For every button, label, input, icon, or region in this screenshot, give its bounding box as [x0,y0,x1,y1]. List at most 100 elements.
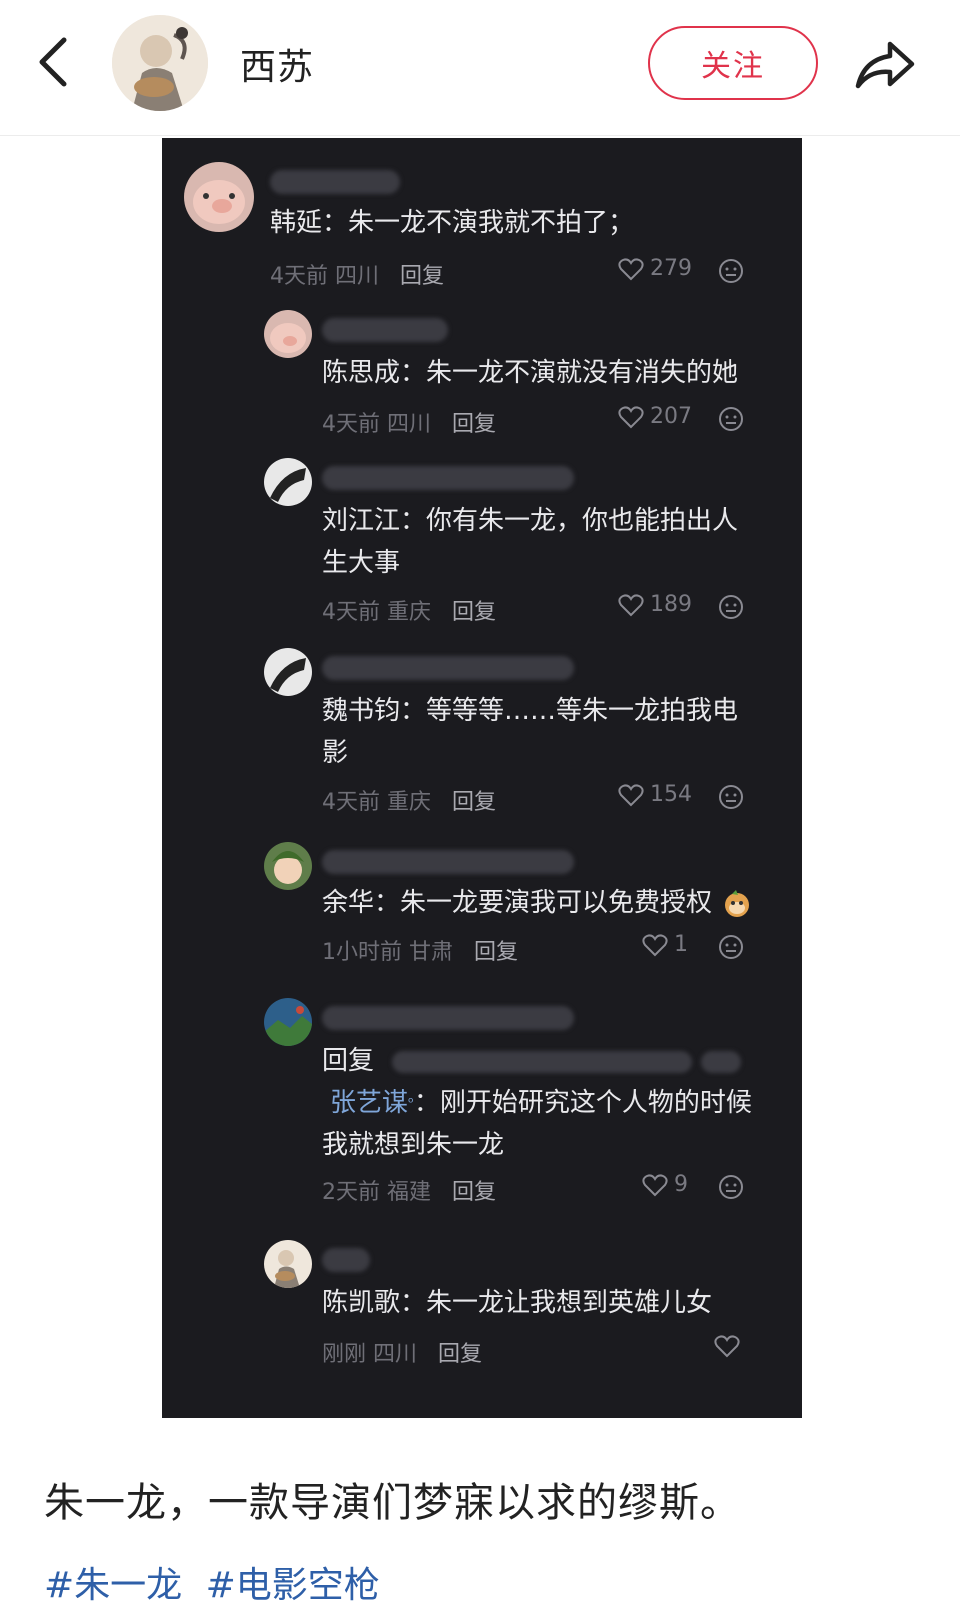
heart-icon [642,1173,668,1196]
blurred-username [322,466,574,490]
like-button[interactable]: 207 [618,404,692,429]
emoji-react-icon[interactable] [718,406,744,432]
chevron-left-icon [39,37,67,87]
heart-icon [618,783,644,806]
comment-meta: 1小时前 甘肃 回复 [322,934,518,966]
like-count: 1 [674,932,688,957]
comment-reply-item: 陈思成：朱一龙不演就没有消失的她 4天前 四川 回复 207 [162,306,802,446]
blurred-reply-target [700,1050,741,1073]
comment-time: 2天前 [322,1180,380,1205]
pig-avatar [264,310,312,358]
heart-icon [618,257,644,280]
comment-text: 魏书钧：等等等……等朱一龙拍我电影 [322,696,739,768]
author-name[interactable]: 西苏 [240,38,314,90]
hashtag-link[interactable]: #电影空枪 [206,1565,380,1606]
hashtag-link[interactable]: #朱一龙 [44,1565,182,1606]
child-avatar [264,842,312,890]
comment-text: 陈凯歌：朱一龙让我想到英雄儿女 [322,1288,713,1318]
pig-avatar [184,162,254,232]
comment-time: 4天前 [322,600,380,625]
comment-location: 重庆 [387,790,432,815]
blurred-username [322,1006,574,1030]
comment-meta: 4天前 四川 回复 [270,258,444,290]
reply-button[interactable]: 回复 [452,600,496,625]
comment-reply-item: 魏书钧：等等等……等朱一龙拍我电影 4天前 重庆 回复 154 [162,644,802,824]
reply-button[interactable]: 回复 [452,790,496,815]
comment-meta: 2天前 福建 回复 [322,1174,496,1206]
heart-icon [618,405,644,428]
emoji-react-icon[interactable] [718,784,744,810]
comment-location: 四川 [373,1342,418,1367]
like-count: 279 [650,256,692,281]
follow-button[interactable]: 关注 [648,26,818,100]
emoji-react-icon[interactable] [718,1174,744,1200]
like-count: 9 [674,1172,688,1197]
post-caption: 朱一龙，一款导演们梦寐以求的缪斯。 [44,1480,741,1526]
comment-reply-item: 陈凯歌：朱一龙让我想到英雄儿女 刚刚 四川 回复 [162,1236,802,1376]
comment-meta: 4天前 重庆 回复 [322,594,496,626]
heart-icon [714,1335,740,1358]
reply-button[interactable]: 回复 [438,1342,482,1367]
blurred-username [322,318,448,342]
comment-meta: 4天前 四川 回复 [322,406,496,438]
reply-comment-text: 回复 张艺谋ᵒ：刚开始研究这个人物的时候我就想到朱一龙 [322,1040,752,1166]
comment-text: 韩延：朱一龙不演我就不拍了； [270,208,635,238]
mention-link[interactable]: 张艺谋 [330,1088,408,1118]
post-tags: #朱一龙 #电影空枪 [44,1556,392,1608]
comment-screenshot: 韩延：朱一龙不演我就不拍了； 4天前 四川 回复 279 陈思成：朱一龙不演就没… [162,138,802,1418]
comment-meta: 4天前 重庆 回复 [322,784,496,816]
comment-text-row: 余华：朱一龙要演我可以免费授权 [322,882,782,924]
comment-location: 四川 [335,264,380,289]
like-count: 189 [650,592,692,617]
reply-button[interactable]: 回复 [452,1180,496,1205]
monkey-emoji-icon [725,889,750,917]
landscape-avatar [264,998,312,1046]
post-header: 西苏 关注 [0,0,960,136]
author-avatar[interactable] [112,15,208,111]
author-small-avatar [264,1240,312,1288]
emoji-react-icon[interactable] [718,934,744,960]
comment-reply-item: 余华：朱一龙要演我可以免费授权 1小时前 甘肃 回复 1 [162,838,802,968]
comment-reply-item: 回复 张艺谋ᵒ：刚开始研究这个人物的时候我就想到朱一龙 2天前 福建 回复 9 [162,994,802,1224]
comment-text: 刘江江：你有朱一龙，你也能拍出人生大事 [322,506,739,578]
comment-text: 余华：朱一龙要演我可以免费授权 [322,888,713,918]
like-count: 207 [650,404,692,429]
blurred-reply-target [392,1050,693,1073]
like-button[interactable]: 154 [618,782,692,807]
reply-button[interactable]: 回复 [452,412,496,437]
emoji-react-icon[interactable] [718,594,744,620]
comment-location: 四川 [387,412,432,437]
comment-time: 4天前 [322,412,380,437]
like-button[interactable]: 1 [642,932,688,957]
reply-button[interactable]: 回复 [400,264,444,289]
like-count: 154 [650,782,692,807]
blurred-username [270,170,400,194]
comment-location: 重庆 [387,600,432,625]
blurred-username [322,850,574,874]
back-button[interactable] [30,34,80,90]
comment-time: 4天前 [270,264,328,289]
heart-icon [618,593,644,616]
bw-avatar [264,648,312,696]
comment-location: 甘肃 [409,940,454,965]
bw-avatar [264,458,312,506]
like-button[interactable]: 279 [618,256,692,281]
reply-prefix: 回复 [322,1046,375,1076]
share-arrow-icon [855,41,915,89]
heart-icon [642,933,668,956]
like-button[interactable] [714,1334,746,1358]
like-button[interactable]: 189 [618,592,692,617]
comment-time: 4天前 [322,790,380,815]
comment-time: 1小时前 [322,940,402,965]
comment-meta: 刚刚 四川 回复 [322,1336,482,1368]
share-button[interactable] [852,34,918,96]
reply-button[interactable]: 回复 [474,940,518,965]
blurred-username [322,1248,370,1272]
comment-location: 福建 [387,1180,432,1205]
emoji-react-icon[interactable] [718,258,744,284]
comment-text: 陈思成：朱一龙不演就没有消失的她 [322,358,739,388]
comment-item: 韩延：朱一龙不演我就不拍了； 4天前 四川 回复 279 [162,158,802,298]
like-button[interactable]: 9 [642,1172,688,1197]
comment-reply-item: 刘江江：你有朱一龙，你也能拍出人生大事 4天前 重庆 回复 189 [162,454,802,634]
comment-time: 刚刚 [322,1342,367,1367]
